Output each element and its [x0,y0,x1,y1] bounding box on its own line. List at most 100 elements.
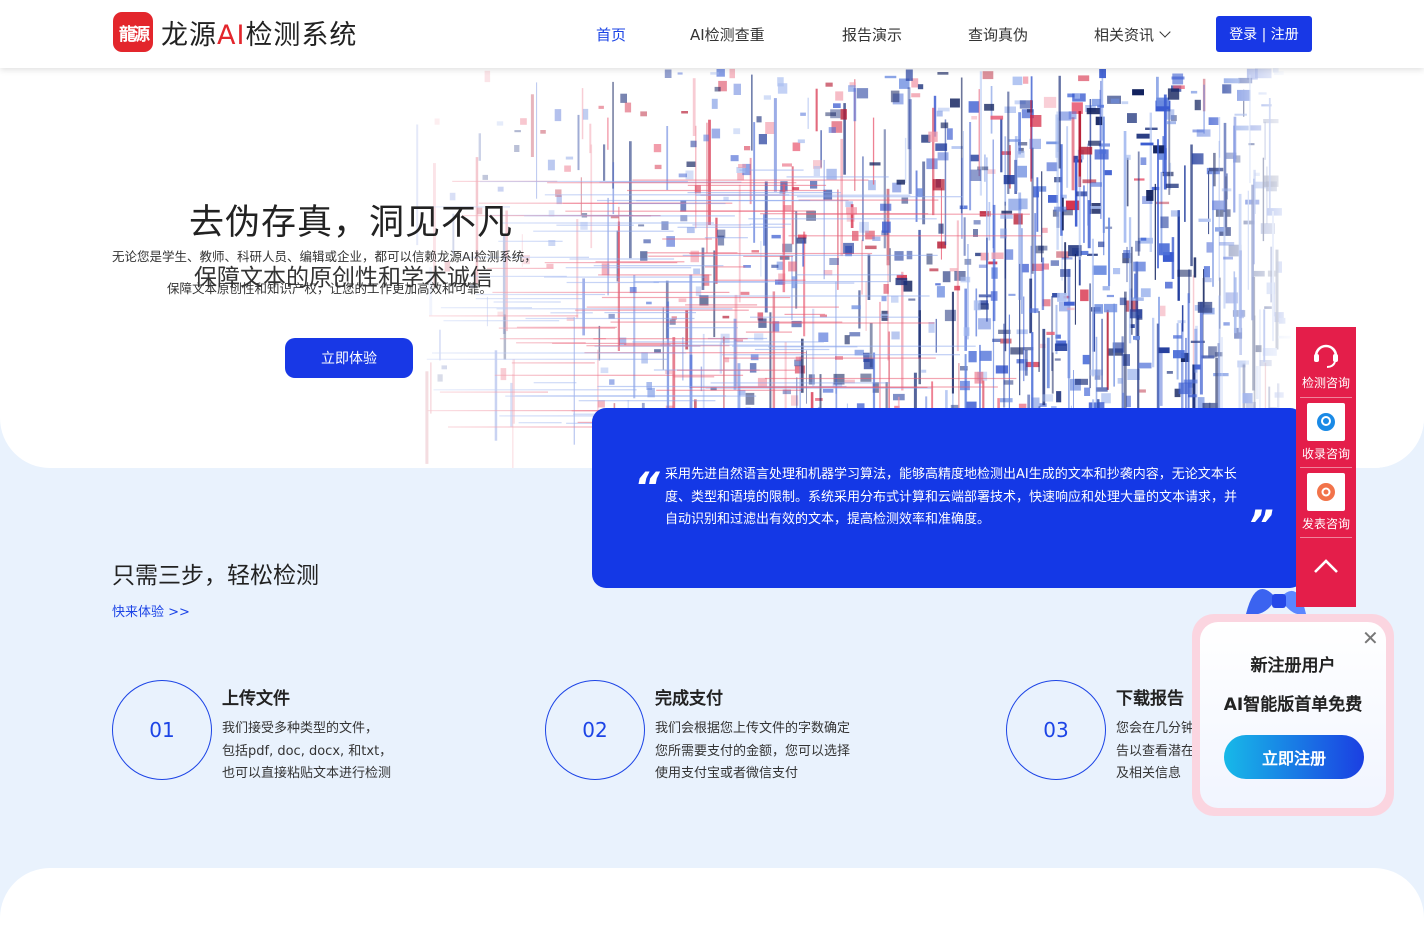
hero-art-block [826,168,837,180]
hero-art-block [813,166,820,176]
hero-art-block [1064,242,1067,295]
hero-art-block [1177,320,1186,324]
hero-art-block [825,82,833,87]
step-description-upload: 我们接受多种类型的文件， 包括pdf, doc, docx, 和txt， 也可以直接… [222,721,393,781]
hero-art-block [1102,116,1105,233]
hero-art-block [1156,97,1170,107]
hero-art-line [721,354,960,356]
hero-art-block [711,98,718,109]
hero-art-block [1078,75,1090,82]
hero-art-block [992,139,994,249]
hero-art-block [1166,121,1176,125]
hero-art-block [1071,117,1075,191]
hero-art-block [1061,197,1064,231]
hero-art-block [863,358,874,370]
hero-art-block [1078,176,1081,260]
hero-art-block [1181,305,1184,332]
hero-art-block [1090,206,1102,209]
hero-art-block [1042,394,1054,402]
hero-art-block [949,268,958,272]
hero-art-line [779,282,855,284]
consult-detection-item[interactable]: 检测咨询 [1296,337,1356,391]
hero-art-block [1131,246,1133,335]
hero-art-block [1046,331,1055,335]
hero-art-block [1158,347,1170,354]
hero-art-line [745,331,792,333]
hero-art-block [973,220,981,225]
login-register-button[interactable]: 登录 | 注册 [1216,16,1312,52]
hero-art-block [973,300,981,311]
nav-news[interactable]: 相关资讯 [1094,24,1171,45]
register-now-button[interactable]: 立即注册 [1224,735,1364,779]
hero-art-block [1041,257,1045,310]
hero-art-block [1159,350,1163,406]
hero-art-line [739,169,804,171]
nav-home[interactable]: 首页 [596,24,626,45]
hero-art-line [749,223,791,225]
hero-art-block [880,313,889,316]
try-now-button[interactable]: 立即体验 [285,338,413,378]
hero-art-block [1163,94,1167,190]
consult-publish-item[interactable]: 发表咨询 [1296,473,1356,532]
hero-art-block [693,268,701,275]
hero-art-block [788,261,797,272]
hero-art-block [979,350,992,361]
consult-indexing-item[interactable]: 收录咨询 [1296,403,1356,462]
hero-art-block [862,156,864,242]
consult-publish-label: 发表咨询 [1301,517,1350,531]
hero-art-block [1135,261,1139,341]
hero-art-block [1124,291,1127,414]
hero-art-block [1042,328,1046,406]
hero-art-block [908,298,916,301]
nav-verify[interactable]: 查询真伪 [968,24,1028,45]
hero-art-block [991,252,1004,259]
hero-art-block [990,291,998,301]
nav-ai-detection[interactable]: AI检测查重 [690,24,765,45]
hero-art-block [978,264,987,268]
logo[interactable]: 龍源 龙源AI检测系统 [113,12,357,52]
hero-art-block [917,188,923,197]
hero-art-block [1003,323,1006,408]
hero-art-block [995,365,1009,374]
hero-art-block [891,331,900,340]
hero-art-block [791,166,794,245]
hero-art-block [1038,311,1040,372]
hero-art-block [1078,146,1093,155]
hero-art-block [1113,303,1115,387]
hero-description-line1: 无论您是学生、教师、科研人员、编辑或企业，都可以信赖龙源AI检测系统， [112,249,537,264]
hero-art-block [861,239,863,295]
hero-art-block [800,112,806,116]
hero-art-block [654,164,662,170]
hero-art-block [1184,165,1186,222]
hero-art-block [757,377,767,387]
nav-report-demo[interactable]: 报告演示 [842,24,902,45]
hero-art-block [765,122,775,134]
back-to-top-button[interactable] [1296,555,1356,580]
hero-art-block [889,248,891,283]
hero-art-block [1004,201,1006,279]
hero-art-block [749,157,752,205]
chat-icon [1317,413,1335,431]
hero-art-block [896,179,905,185]
hero-art-block [1177,210,1180,301]
hero-art-block [859,221,869,233]
hero-art-line [676,369,796,371]
hero-art-block [1173,350,1185,359]
hero-art-block [1110,98,1120,104]
hero-art-block [1101,393,1111,404]
hero-art-block [891,295,899,303]
hero-art-block [1149,112,1152,252]
hero-art-block [954,285,961,291]
hero-art-block [760,241,762,277]
hero-art-line [768,346,858,348]
hero-art-block [763,95,771,100]
try-link[interactable]: 快来体验 >> [112,601,190,620]
hero-art-block [971,116,978,120]
hero-art-block [1106,294,1114,298]
hero-art-block [1082,354,1090,365]
hero-art-block [1140,288,1151,298]
hero-art-block [1054,343,1068,351]
close-icon[interactable]: ✕ [1362,626,1379,650]
hero-art-block [782,163,792,167]
hero-art-block [936,110,943,117]
